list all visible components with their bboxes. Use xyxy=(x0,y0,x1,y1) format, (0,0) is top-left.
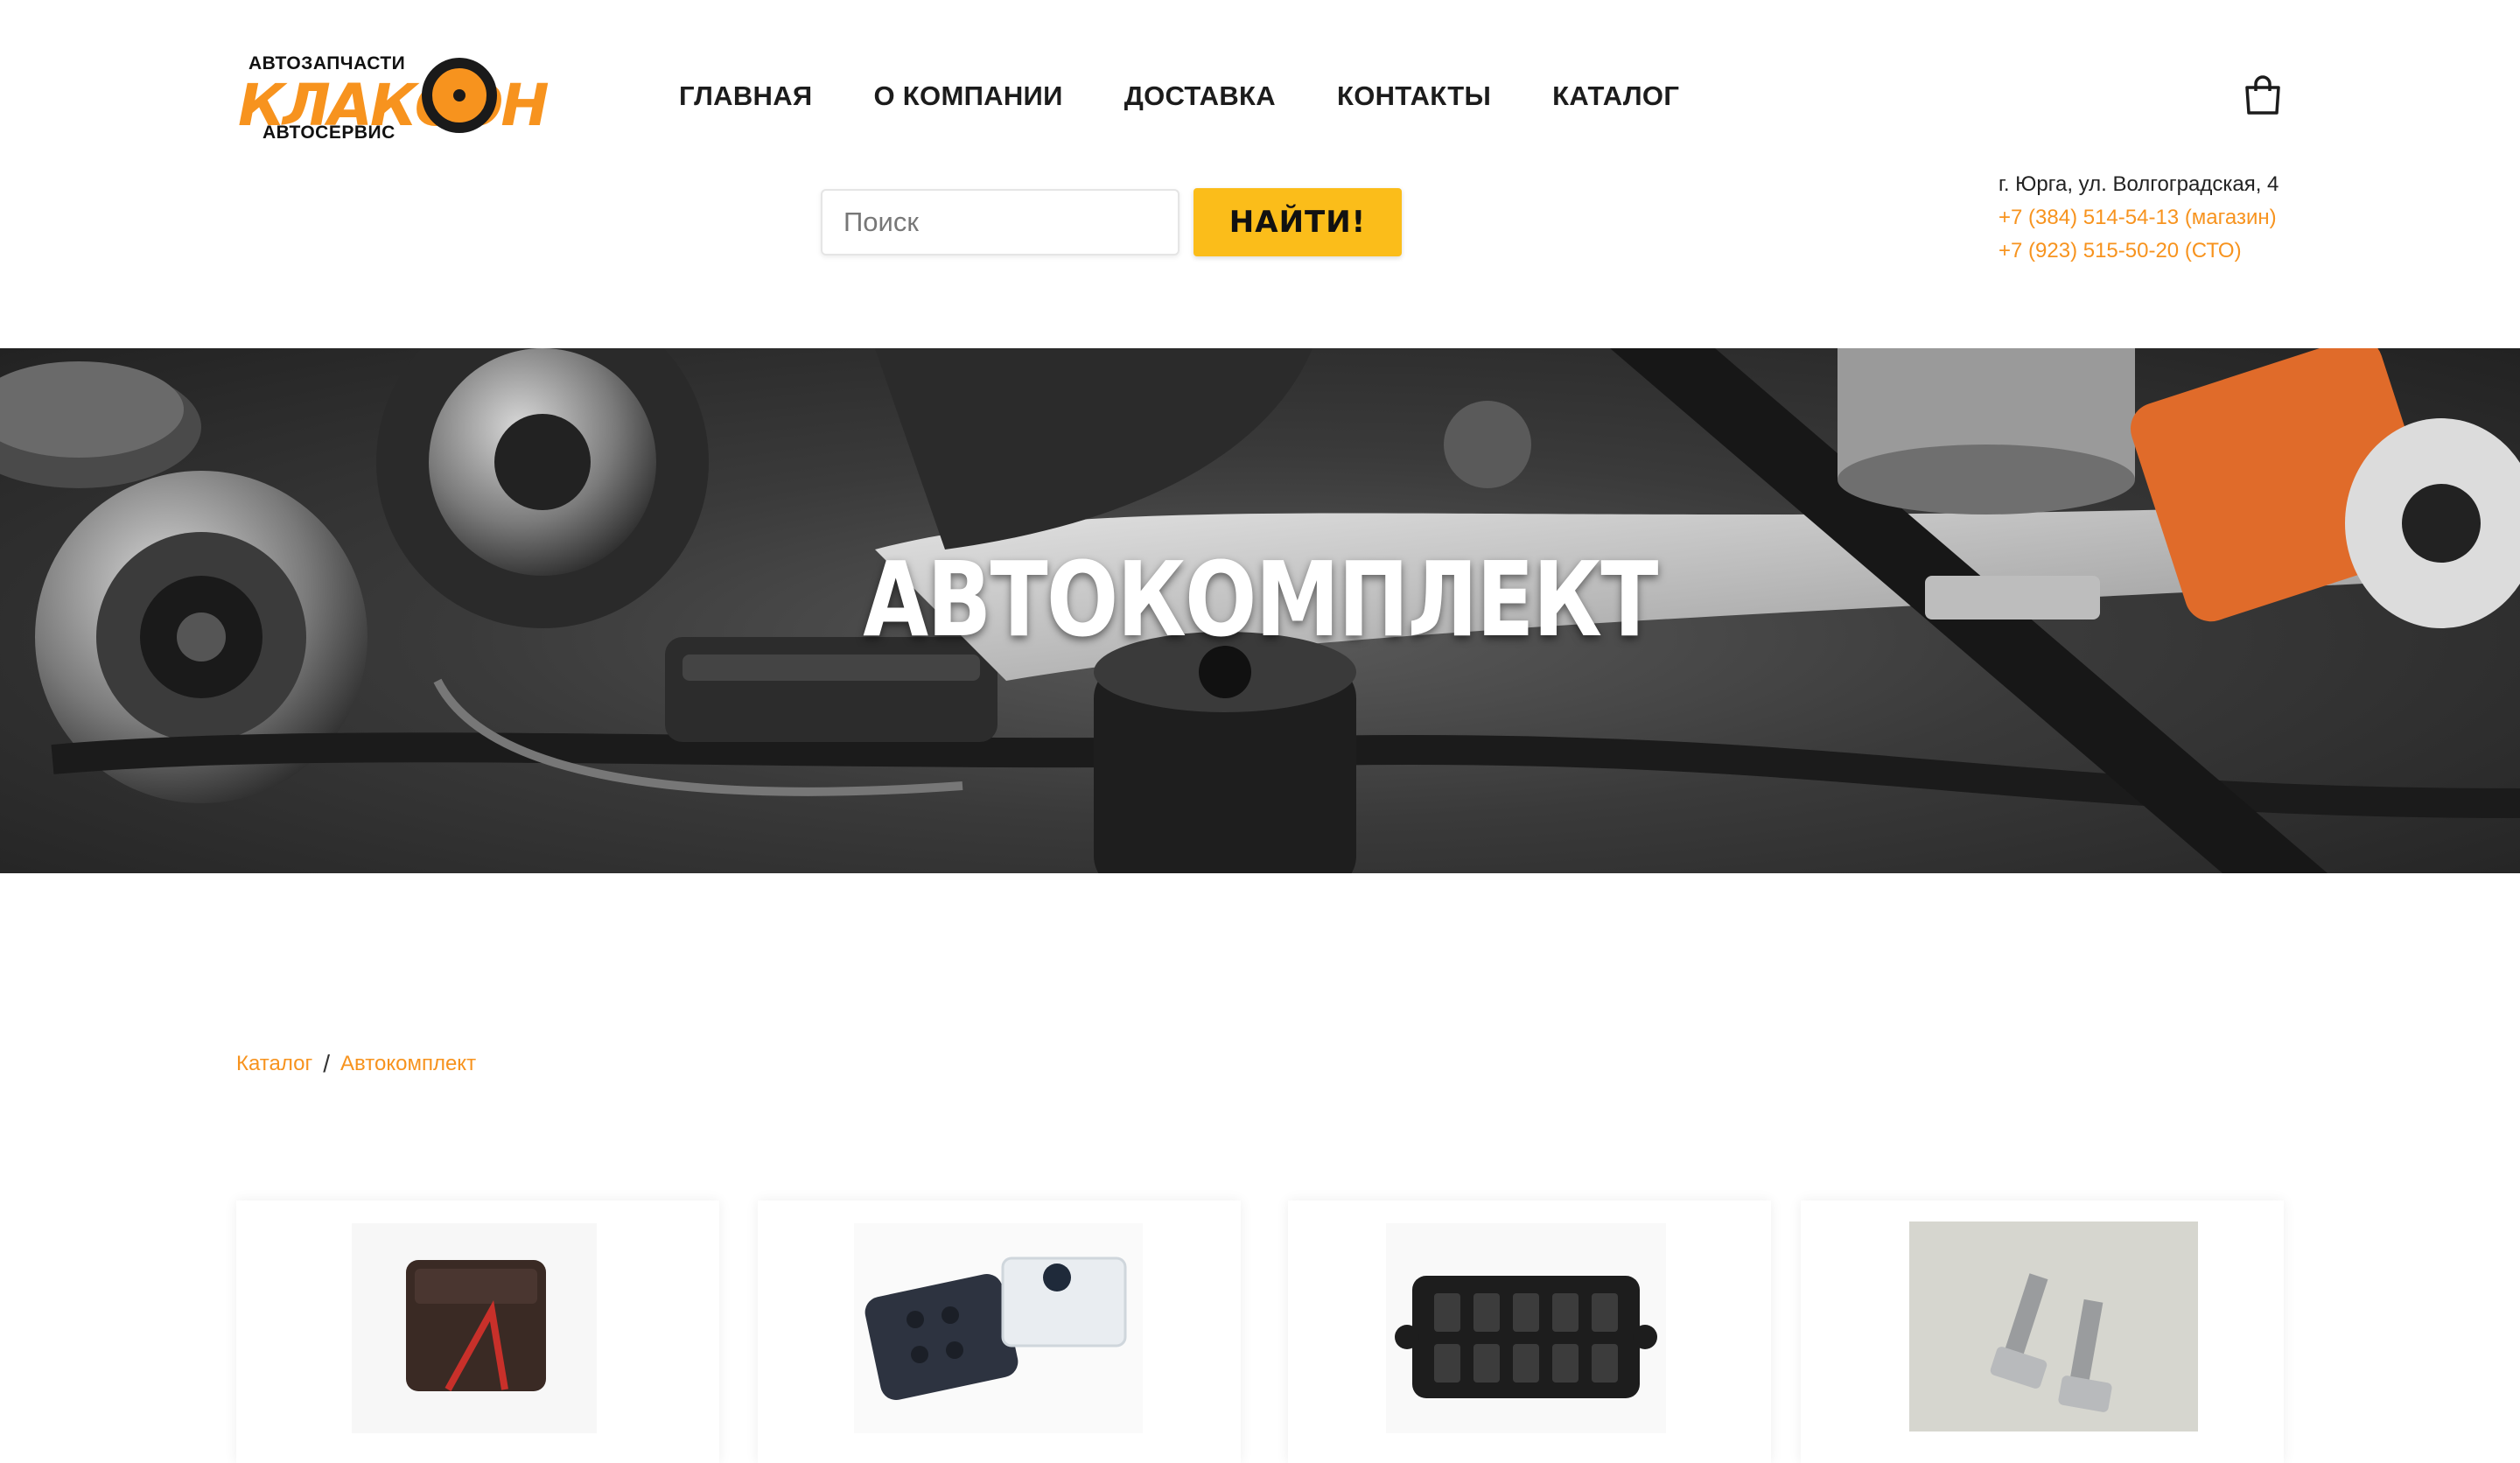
product-card[interactable] xyxy=(1801,1200,2284,1463)
logo-bottom-text: АВТОСЕРВИС xyxy=(262,122,396,143)
hero-banner: АВТОКОМПЛЕКТ xyxy=(0,348,2520,873)
product-image xyxy=(1386,1223,1666,1433)
nav-item-contacts[interactable]: КОНТАКТЫ xyxy=(1337,80,1491,112)
product-card[interactable] xyxy=(1288,1200,1771,1463)
nav-item-home[interactable]: ГЛАВНАЯ xyxy=(679,80,812,112)
phone-link-shop[interactable]: +7 (384) 514-54-13 (магазин) xyxy=(1998,201,2278,234)
nav-item-catalog[interactable]: КАТАЛОГ xyxy=(1552,80,1679,112)
breadcrumb-item-catalog[interactable]: Каталог xyxy=(236,1052,312,1076)
product-grid xyxy=(236,1200,2284,1463)
shopping-bag-icon xyxy=(2245,75,2280,115)
product-image xyxy=(352,1223,597,1433)
address-text: г. Юрга, ул. Волгоградская, 4 xyxy=(1998,172,2279,196)
breadcrumb-item-current[interactable]: Автокомплект xyxy=(340,1052,476,1076)
product-image xyxy=(854,1223,1143,1433)
main-nav: ГЛАВНАЯ О КОМПАНИИ ДОСТАВКА КОНТАКТЫ КАТ… xyxy=(679,80,1679,112)
hero-title: АВТОКОМПЛЕКТ xyxy=(863,539,1658,660)
search-button[interactable]: НАЙТИ! xyxy=(1194,188,1402,256)
breadcrumb: Каталог / Автокомплект xyxy=(236,1050,476,1078)
site-header: АВТОЗАПЧАСТИ КЛАКСОН АВТОСЕРВИС ГЛАВНАЯ … xyxy=(0,0,2520,348)
product-card[interactable] xyxy=(236,1200,719,1463)
contact-block: г. Юрга, ул. Волгоградская, 4 +7 (384) 5… xyxy=(1998,168,2278,268)
phone-link-service[interactable]: +7 (923) 515-50-20 (СТО) xyxy=(1998,234,2278,268)
logo-wheel-icon xyxy=(422,58,497,133)
nav-item-about[interactable]: О КОМПАНИИ xyxy=(873,80,1062,112)
nav-item-delivery[interactable]: ДОСТАВКА xyxy=(1124,80,1276,112)
search-input[interactable] xyxy=(821,189,1180,256)
product-card[interactable] xyxy=(758,1200,1241,1463)
breadcrumb-separator: / xyxy=(323,1050,331,1077)
cart-icon[interactable] xyxy=(2244,75,2282,116)
product-image xyxy=(1909,1222,2198,1432)
site-logo[interactable]: АВТОЗАПЧАСТИ КЛАКСОН АВТОСЕРВИС xyxy=(238,51,550,154)
